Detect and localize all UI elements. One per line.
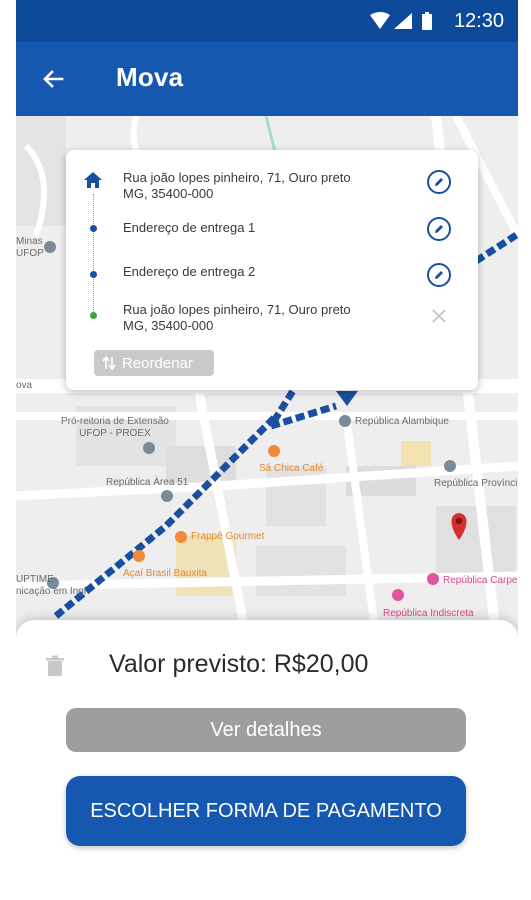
wifi-icon [370,12,390,29]
arrow-left-icon [43,70,64,88]
details-button[interactable]: Ver detalhes [66,708,466,752]
map-label: ova [16,380,33,391]
route-stop-address: Rua joão lopes pinheiro, 71, Ouro preto … [123,302,351,333]
edit-stop-button[interactable] [427,263,451,287]
bottom-sheet: Valor previsto: R$20,00 Ver detalhes ESC… [16,620,518,880]
poi-pin [175,531,187,543]
map-label: República Alambique [355,416,449,427]
map-label: República Indiscreta [383,608,474,619]
stop-dot-icon [90,312,97,319]
route-timeline [93,194,94,314]
battery-icon [422,12,432,30]
status-icons [370,12,432,30]
stop-dot-icon [90,271,97,278]
remove-stop-button[interactable] [428,305,450,327]
map-label: Açaí Brasil Bauxita [123,568,207,579]
close-icon [432,309,446,323]
map-label: República Provínci [434,478,518,489]
status-bar: 12:30 [16,0,518,42]
back-button[interactable] [34,60,72,98]
poi-pin [392,589,404,601]
estimated-price: Valor previsto: R$20,00 [109,650,369,678]
swap-vertical-icon [102,355,116,371]
signal-icon [394,13,412,29]
choose-payment-button[interactable]: ESCOLHER FORMA DE PAGAMENTO [66,776,466,846]
map-label: Minas UFOP [16,236,44,259]
poi-pin [268,445,280,457]
edit-icon [435,225,443,233]
poi-pin [143,442,155,454]
stop-dot-icon [90,225,97,232]
map-label: Frappê Gourmet [191,531,265,542]
route-stop-address: Endereço de entrega 1 [123,220,256,235]
home-icon [84,172,102,188]
edit-icon [435,178,443,186]
page-title: Mova [116,62,184,92]
poi-pin [339,415,351,427]
map-label: Sá Chica Café [259,463,324,474]
reorder-button[interactable]: Reordenar [94,350,214,376]
map-block [436,506,516,576]
map-block [256,546,346,596]
route-stop-address: Rua joão lopes pinheiro, 71, Ouro preto … [123,170,351,201]
reorder-label: Reordenar [122,354,193,372]
edit-icon [435,271,443,279]
map-label: UPTIME- nicação em Ingl [16,574,87,597]
map-block [401,441,431,466]
edit-stop-button[interactable] [427,170,451,194]
poi-pin [133,550,145,562]
route-stop-address: Endereço de entrega 2 [123,264,256,279]
trash-icon[interactable] [45,655,65,677]
poi-pin [444,460,456,472]
app-bar: Mova [16,42,518,116]
route-card: Rua joão lopes pinheiro, 71, Ouro preto … [66,150,478,390]
poi-pin [427,573,439,585]
poi-pin [44,241,56,253]
edit-stop-button[interactable] [427,217,451,241]
map-label: República Área 51 [106,477,189,488]
status-time: 12:30 [453,10,504,32]
map-label: República Carpe [443,575,518,586]
poi-pin [161,490,173,502]
map-label: Pró-reitoria de Extensão UFOP - PROEX [61,416,169,439]
phone-screen: 12:30 Mova Minas UFOP ova Pró-reitoria d… [16,0,518,900]
bottom-spacer [16,878,518,900]
